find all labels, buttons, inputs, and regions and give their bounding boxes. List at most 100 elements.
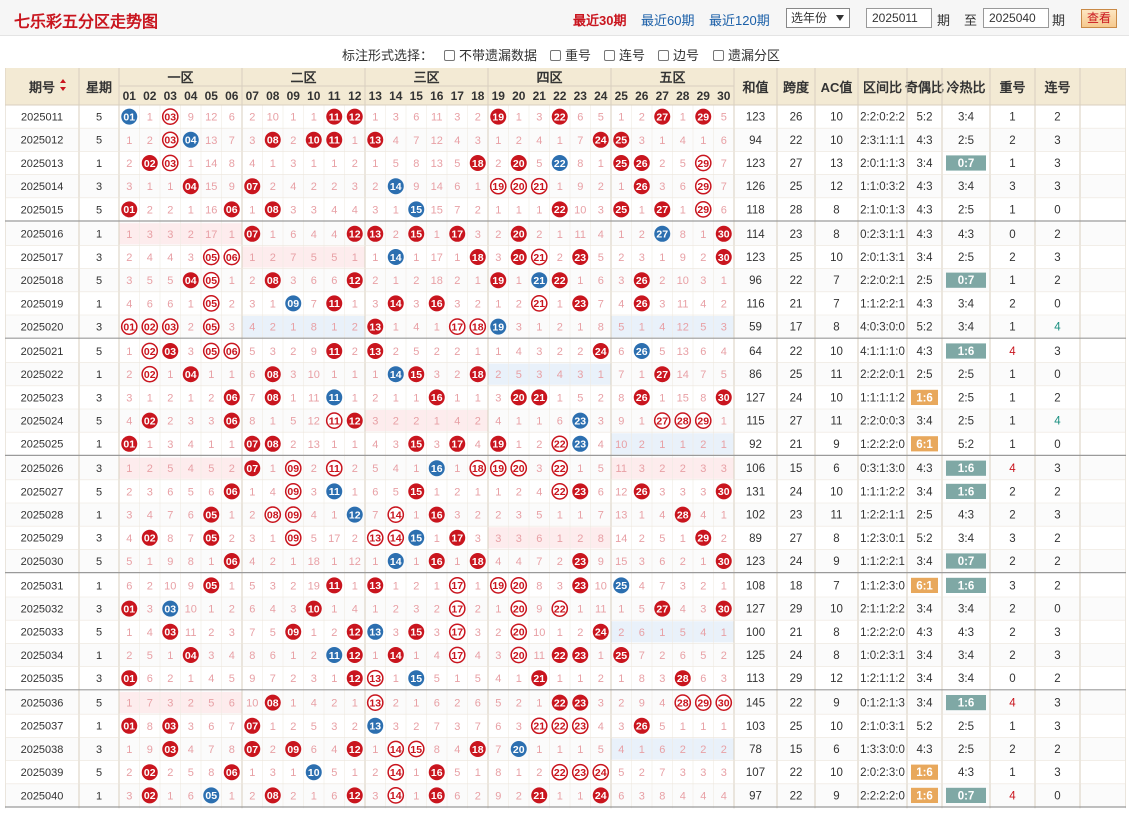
miss-count: 5 — [659, 721, 665, 733]
miss-count: 2 — [454, 346, 460, 358]
option-no-miss-checkbox[interactable] — [444, 50, 455, 61]
to-period-suffix: 期 — [1052, 13, 1066, 28]
miss-count: 1 — [372, 744, 378, 756]
miss-count: 2 — [290, 439, 296, 451]
range-link-30[interactable]: 最近30期 — [573, 10, 626, 29]
miss-count: 6 — [167, 298, 173, 310]
drawn-ball-number: 19 — [492, 111, 504, 123]
period-cell: 2025014 — [21, 181, 64, 193]
miss-count: 1 — [372, 650, 378, 662]
stat-cell: 28 — [790, 204, 803, 216]
miss-count: 4 — [700, 790, 706, 802]
miss-count: 6 — [680, 650, 686, 662]
miss-count: 2 — [126, 486, 132, 498]
drawn-ball-number: 26 — [636, 392, 648, 404]
miss-count: 1 — [557, 181, 563, 193]
option-edge-checkbox[interactable] — [658, 50, 669, 61]
miss-count: 1 — [639, 744, 645, 756]
miss-count: 1 — [372, 369, 378, 381]
miss-count: 10 — [185, 604, 197, 616]
stat-cell: 5:2 — [917, 721, 933, 733]
miss-count: 13 — [615, 510, 627, 522]
drawn-ball-number: 14 — [390, 252, 402, 264]
drawn-ball-number: 23 — [574, 697, 586, 709]
miss-count: 2 — [393, 346, 399, 358]
miss-count: 3 — [516, 721, 522, 733]
stat-cell: 1:3:3:0:0 — [860, 744, 905, 756]
miss-count: 2 — [659, 463, 665, 475]
miss-count: 2 — [721, 650, 727, 662]
miss-count: 1 — [147, 112, 153, 124]
miss-count: 1 — [352, 698, 358, 710]
miss-count: 6 — [598, 486, 604, 498]
miss-count: 5 — [516, 369, 522, 381]
miss-count: 1 — [290, 556, 296, 568]
miss-count: 3 — [413, 298, 419, 310]
period-cell: 2025036 — [21, 698, 64, 710]
miss-count: 1 — [352, 580, 358, 592]
miss-count: 4 — [495, 673, 501, 685]
drawn-ball-number: 03 — [164, 744, 176, 756]
miss-count: 2 — [352, 463, 358, 475]
range-link-60[interactable]: 最近60期 — [641, 10, 694, 29]
miss-count: 5 — [659, 533, 665, 545]
miss-count: 1 — [454, 673, 460, 685]
miss-count: 2 — [126, 650, 132, 662]
option-consecutive-checkbox[interactable] — [604, 50, 615, 61]
weekday-cell: 5 — [96, 346, 102, 358]
to-period-input[interactable]: 2025040 — [983, 8, 1049, 28]
miss-count: 4 — [516, 556, 522, 568]
miss-count: 1 — [434, 229, 440, 241]
page-header: 七乐彩五分区走势图 最近30期 最近60期 最近120期 选年份 2025011… — [0, 0, 1129, 36]
miss-count: 8 — [229, 744, 235, 756]
miss-count: 3 — [639, 135, 645, 147]
drawn-ball-number: 09 — [287, 463, 299, 475]
drawn-ball-number: 20 — [513, 252, 525, 264]
weekday-cell: 3 — [96, 181, 102, 193]
option-no-miss[interactable]: 不带遗漏数据 — [444, 45, 537, 64]
stat-cell: 8 — [833, 204, 839, 216]
miss-count: 7 — [721, 158, 727, 170]
period-cell: 2025021 — [21, 346, 64, 358]
miss-count: 1 — [434, 486, 440, 498]
stat-cell: 10 — [830, 252, 843, 264]
miss-count: 11 — [595, 604, 606, 616]
drawn-ball-number: 22 — [554, 650, 566, 662]
drawn-ball-number: 05 — [205, 533, 217, 545]
option-repeat[interactable]: 重号 — [550, 45, 591, 64]
miss-count: 7 — [639, 650, 645, 662]
stat-cell: 3:4 — [917, 158, 934, 170]
miss-count: 1 — [290, 650, 296, 662]
from-period-input[interactable]: 2025011 — [866, 8, 932, 28]
miss-count: 1 — [495, 204, 501, 216]
miss-count: 2 — [270, 181, 276, 193]
miss-count: 2 — [311, 463, 317, 475]
option-miss-zone[interactable]: 遗漏分区 — [713, 45, 780, 64]
miss-count: 3 — [475, 533, 481, 545]
query-button[interactable]: 查看 — [1081, 9, 1117, 28]
stat-cell: 1 — [1009, 322, 1015, 334]
option-miss-zone-checkbox[interactable] — [713, 50, 724, 61]
drawn-ball-number: 20 — [513, 603, 525, 615]
option-consecutive[interactable]: 连号 — [604, 45, 645, 64]
miss-count: 4 — [229, 650, 235, 662]
option-repeat-checkbox[interactable] — [550, 50, 561, 61]
miss-count: 9 — [188, 580, 194, 592]
miss-count: 3 — [721, 673, 727, 685]
miss-count: 3 — [413, 604, 419, 616]
stat-cell: 127 — [746, 604, 765, 616]
miss-count: 1 — [659, 392, 665, 404]
option-edge[interactable]: 边号 — [658, 45, 699, 64]
miss-count: 1 — [147, 556, 153, 568]
stat-cell: 1:2:2:2:0 — [860, 439, 905, 451]
miss-count: 7 — [598, 510, 604, 522]
miss-count: 1 — [598, 369, 604, 381]
drawn-ball-number: 17 — [451, 580, 463, 592]
miss-count: 6 — [188, 790, 194, 802]
stat-cell: 123 — [746, 556, 765, 568]
miss-count: 2 — [229, 298, 235, 310]
range-link-120[interactable]: 最近120期 — [709, 10, 770, 29]
year-select[interactable]: 选年份 — [786, 8, 850, 28]
stat-cell: 23 — [790, 229, 803, 241]
stat-cell: 2 — [1054, 275, 1060, 287]
